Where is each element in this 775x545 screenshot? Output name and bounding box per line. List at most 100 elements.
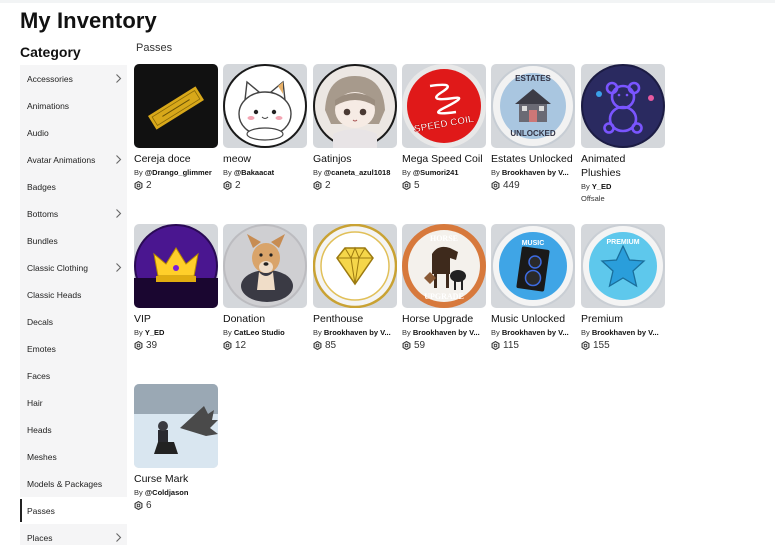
speaker-icon[interactable]: MUSIC (491, 224, 575, 308)
sidebar-item-audio[interactable]: Audio (20, 119, 127, 146)
pass-card[interactable]: Penthouse By Brookhaven by V... 85 (313, 224, 399, 351)
creator-link[interactable]: Y_ED (145, 328, 165, 337)
pass-creator: By @Coldjason (134, 488, 220, 497)
sidebar-item-bundles[interactable]: Bundles (20, 227, 127, 254)
price-value: 5 (414, 180, 420, 191)
pass-name[interactable]: Animated Plushies (581, 152, 667, 180)
pass-name[interactable]: Premium (581, 312, 667, 326)
by-label: By (402, 328, 411, 337)
pass-creator: By @caneta_azul1018 (313, 168, 399, 177)
sidebar-item-label: Animations (27, 100, 70, 111)
creator-link[interactable]: @caneta_azul1018 (324, 168, 391, 177)
creator-link[interactable]: Y_ED (592, 182, 612, 191)
creator-link[interactable]: @Coldjason (145, 488, 189, 497)
house-icon[interactable]: ESTATES UNLOCKED (491, 64, 575, 148)
winged-figure-icon[interactable] (134, 384, 218, 468)
price-value: 2 (235, 180, 241, 191)
star-icon[interactable]: PREMIUM (581, 224, 665, 308)
pass-card[interactable]: HORSE UPGRADE Horse Upgrade By Brookhaven b… (402, 224, 488, 351)
by-label: By (313, 168, 322, 177)
sidebar-item-emotes[interactable]: Emotes (20, 335, 127, 362)
pass-card[interactable]: meow By @Bakaacat 2 (223, 64, 309, 191)
pass-name[interactable]: Horse Upgrade (402, 312, 488, 326)
pass-card[interactable]: SPEED COIL Mega Speed Coil By @Sumori241 5 (402, 64, 488, 191)
sidebar-item-label: Badges (27, 181, 56, 192)
pass-price: 2 (313, 180, 399, 191)
sidebar-item-faces[interactable]: Faces (20, 362, 127, 389)
pass-card[interactable]: ESTATES UNLOCKED Estates Unlocked By Brookh… (491, 64, 577, 191)
sidebar-item-label: Classic Clothing (27, 262, 88, 273)
creator-link[interactable]: CatLeo Studio (234, 328, 285, 337)
pass-card[interactable]: Curse Mark By @Coldjason 6 (134, 384, 220, 511)
pass-price: 2 (134, 180, 220, 191)
pass-card[interactable]: Donation By CatLeo Studio 12 (223, 224, 309, 351)
sidebar-item-bottoms[interactable]: Bottoms (20, 200, 127, 227)
creator-link[interactable]: Brookhaven by V... (502, 168, 569, 177)
pass-card[interactable]: Cereja doce By @Drango_glimmer 2 (134, 64, 220, 191)
pass-card[interactable]: VIP By Y_ED 39 (134, 224, 220, 351)
creator-link[interactable]: @Sumori241 (413, 168, 459, 177)
creator-link[interactable]: @Drango_glimmer (145, 168, 212, 177)
creator-link[interactable]: @Bakaacat (234, 168, 274, 177)
page-title: My Inventory (20, 8, 157, 33)
dog-icon[interactable] (223, 224, 307, 308)
sidebar-item-label: Places (27, 532, 53, 543)
by-label: By (134, 168, 143, 177)
crown-icon[interactable] (134, 224, 218, 308)
pass-price: 115 (491, 340, 577, 351)
creator-link[interactable]: Brookhaven by V... (502, 328, 569, 337)
robux-icon (402, 341, 411, 350)
pass-name[interactable]: Curse Mark (134, 472, 220, 486)
speed-coil-icon[interactable]: SPEED COIL (402, 64, 486, 148)
pass-name[interactable]: Donation (223, 312, 309, 326)
pass-name[interactable]: Music Unlocked (491, 312, 577, 326)
pass-card[interactable]: PREMIUM Premium By Brookhaven by V... 155 (581, 224, 667, 351)
sidebar-item-label: Avatar Animations (27, 154, 96, 165)
pass-card[interactable]: Gatinjos By @caneta_azul1018 2 (313, 64, 399, 191)
sidebar-item-decals[interactable]: Decals (20, 308, 127, 335)
diamond-icon[interactable] (313, 224, 397, 308)
sidebar-item-places[interactable]: Places (20, 524, 127, 545)
horse-icon[interactable]: HORSE UPGRADE (402, 224, 486, 308)
cat-icon[interactable] (223, 64, 307, 148)
price-value: 85 (325, 340, 337, 351)
sidebar-item-label: Decals (27, 316, 53, 327)
sidebar-item-label: Passes (27, 505, 55, 516)
creator-link[interactable]: Brookhaven by V... (324, 328, 391, 337)
pass-name[interactable]: VIP (134, 312, 220, 326)
sidebar-item-animations[interactable]: Animations (20, 92, 127, 119)
sidebar-item-label: Models & Packages (27, 478, 103, 489)
robux-icon (581, 341, 590, 350)
pass-name[interactable]: Penthouse (313, 312, 399, 326)
pass-name[interactable]: Gatinjos (313, 152, 399, 166)
pass-name[interactable]: meow (223, 152, 309, 166)
sidebar-item-meshes[interactable]: Meshes (20, 443, 127, 470)
creator-link[interactable]: Brookhaven by V... (413, 328, 480, 337)
sidebar-item-heads[interactable]: Heads (20, 416, 127, 443)
pass-name[interactable]: Cereja doce (134, 152, 220, 166)
pass-creator: By Brookhaven by V... (491, 328, 577, 337)
sidebar-item-models-packages[interactable]: Models & Packages (20, 470, 127, 497)
pass-creator: By Brookhaven by V... (491, 168, 577, 177)
pass-creator: By Brookhaven by V... (402, 328, 488, 337)
anime-girl-icon[interactable] (313, 64, 397, 148)
sidebar-item-classic-heads[interactable]: Classic Heads (20, 281, 127, 308)
sidebar-item-classic-clothing[interactable]: Classic Clothing (20, 254, 127, 281)
robux-icon (313, 341, 322, 350)
pass-card[interactable]: MUSIC Music Unlocked By Brookhaven by V...… (491, 224, 577, 351)
gold-ticket-icon[interactable] (134, 64, 218, 148)
sidebar-item-passes[interactable]: Passes (20, 497, 127, 524)
pass-name[interactable]: Mega Speed Coil (402, 152, 488, 166)
pass-name[interactable]: Estates Unlocked (491, 152, 577, 166)
by-label: By (491, 328, 500, 337)
sidebar-item-hair[interactable]: Hair (20, 389, 127, 416)
creator-link[interactable]: Brookhaven by V... (592, 328, 659, 337)
robux-icon (134, 501, 143, 510)
teddy-bear-icon[interactable] (581, 64, 665, 148)
pass-card[interactable]: Animated Plushies By Y_ED Offsale (581, 64, 667, 203)
sidebar-item-accessories[interactable]: Accessories (20, 65, 127, 92)
sidebar-item-badges[interactable]: Badges (20, 173, 127, 200)
sidebar-item-avatar-animations[interactable]: Avatar Animations (20, 146, 127, 173)
pass-creator: By Brookhaven by V... (581, 328, 667, 337)
sidebar-item-label: Classic Heads (27, 289, 82, 300)
